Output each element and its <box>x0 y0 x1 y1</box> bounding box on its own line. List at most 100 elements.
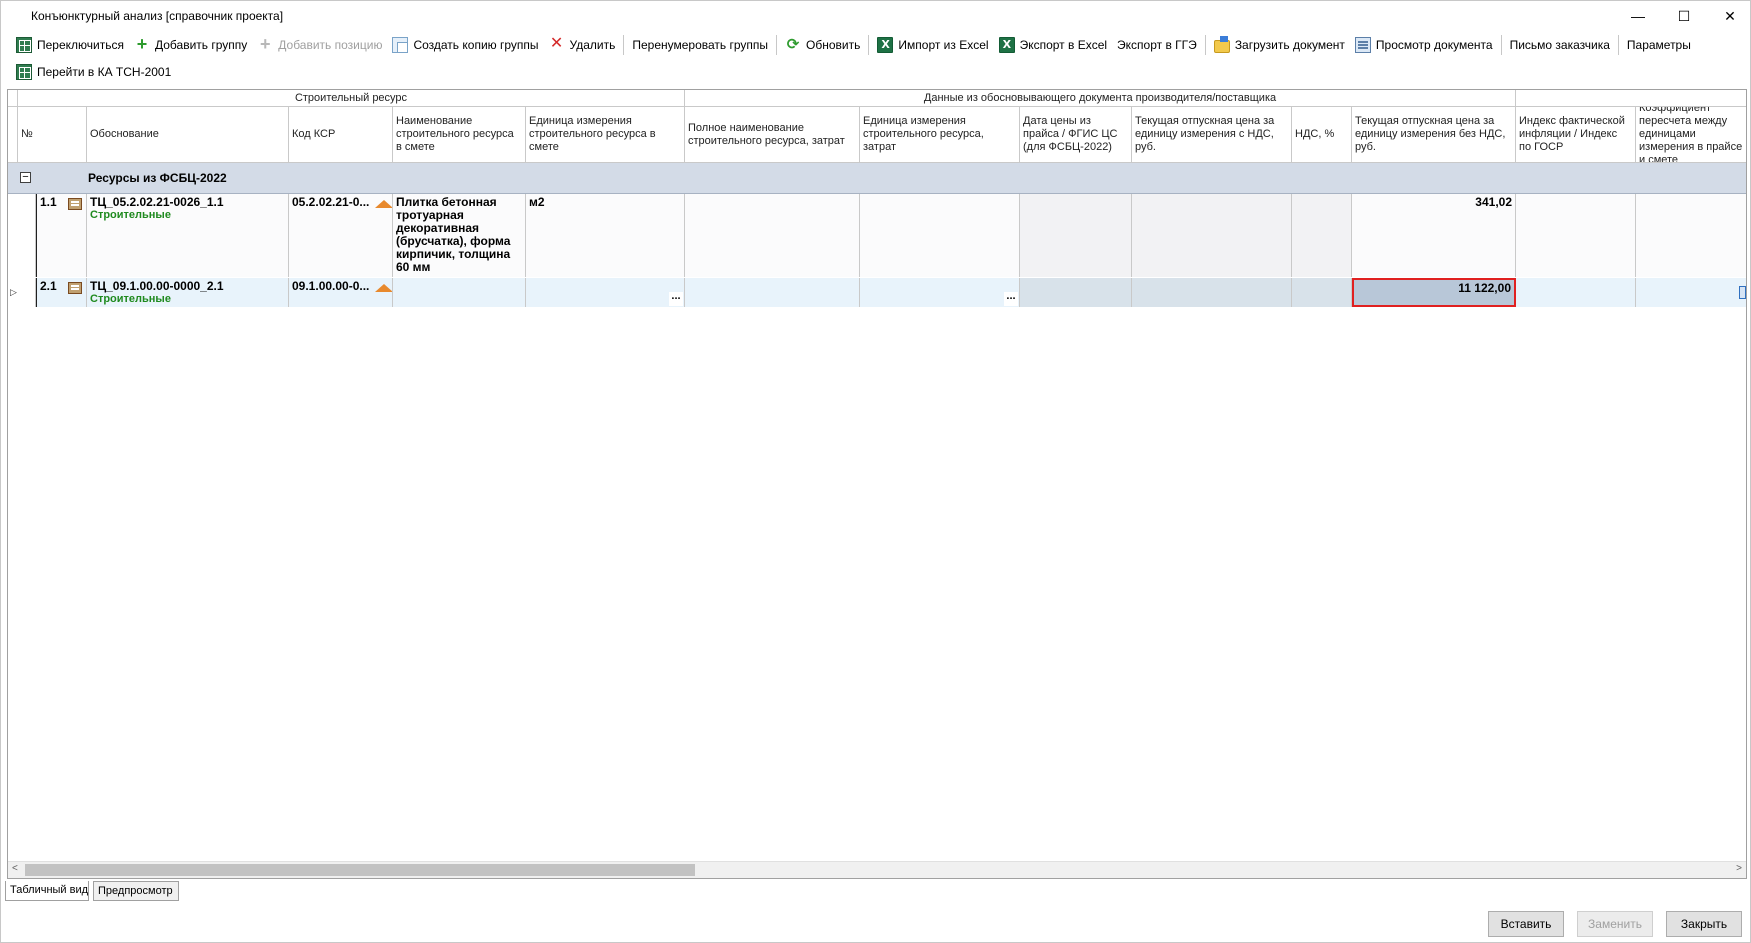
basis-cell[interactable]: ТЦ_05.2.02.21-0026_1.1 Строительные <box>87 194 289 277</box>
close-button[interactable]: Закрыть <box>1666 911 1742 937</box>
secondary-toolbar: Перейти в КА ТСН-2001 <box>1 59 1750 85</box>
view-document-label: Просмотр документа <box>1375 38 1493 52</box>
column-header-unit[interactable]: Единица измерения строительного ресурса … <box>526 107 685 163</box>
header-group-extra <box>1516 90 1746 107</box>
column-header-index[interactable]: Индекс фактической инфляции / Индекс по … <box>1516 107 1636 163</box>
fullname-cell[interactable] <box>685 194 860 277</box>
column-header-price-vat[interactable]: Текущая отпускная цена за единицу измере… <box>1132 107 1292 163</box>
name-cell[interactable] <box>393 278 526 307</box>
view-document-button[interactable]: Просмотр документа <box>1350 34 1498 56</box>
export-excel-button[interactable]: Экспорт в Excel <box>994 34 1112 56</box>
ksr-text: 05.2.02.21-0... <box>292 195 370 209</box>
load-document-button[interactable]: Загрузить документ <box>1209 34 1350 56</box>
index-cell[interactable] <box>1516 278 1636 307</box>
unit-cell[interactable]: ... <box>526 278 685 307</box>
tab-preview[interactable]: Предпросмотр <box>93 881 179 901</box>
scroll-left-icon[interactable]: < <box>12 863 18 874</box>
export-gge-button[interactable]: Экспорт в ГГЭ <box>1112 34 1202 56</box>
scrollbar-thumb[interactable] <box>25 864 695 876</box>
date-cell[interactable] <box>1020 194 1132 277</box>
horizontal-scrollbar[interactable]: < > <box>8 861 1746 878</box>
column-header-num[interactable]: № <box>18 107 87 163</box>
renumber-groups-button[interactable]: Перенумеровать группы <box>627 34 773 56</box>
toolbar-separator <box>776 35 778 55</box>
column-header-vat[interactable]: НДС, % <box>1292 107 1352 163</box>
column-header-basis[interactable]: Обоснование <box>87 107 289 163</box>
collapse-toggle[interactable]: − <box>20 172 31 183</box>
basis-cell[interactable]: ТЦ_09.1.00.00-0000_2.1 Строительные <box>87 278 289 307</box>
row-num-cell[interactable]: 1.1 <box>36 194 87 277</box>
price-novat-cell[interactable]: 341,02 <box>1352 194 1516 277</box>
refresh-button[interactable]: ⟳ Обновить <box>780 34 865 56</box>
load-document-label: Загрузить документ <box>1234 38 1345 52</box>
row-num-cell[interactable]: 2.1 <box>36 278 87 307</box>
insert-button[interactable]: Вставить <box>1488 911 1564 937</box>
ksr-text: 09.1.00.00-0... <box>292 279 370 293</box>
copy-group-button[interactable]: Создать копию группы <box>387 34 543 56</box>
import-excel-button[interactable]: Импорт из Excel <box>872 34 993 56</box>
unit2-cell[interactable] <box>860 194 1020 277</box>
row-indicator <box>8 194 36 277</box>
basis-text: ТЦ_05.2.02.21-0026_1.1 <box>90 195 224 209</box>
column-header-fullname[interactable]: Полное наименование строительного ресурс… <box>685 107 860 163</box>
price-vat-cell[interactable] <box>1132 194 1292 277</box>
add-group-button[interactable]: + Добавить группу <box>129 34 252 56</box>
switch-button[interactable]: Переключиться <box>11 34 129 56</box>
data-grid: Строительный ресурс Данные из обосновыва… <box>7 89 1747 879</box>
price-vat-cell[interactable] <box>1132 278 1292 307</box>
fullname-cell[interactable] <box>685 278 860 307</box>
scroll-right-icon[interactable]: > <box>1736 863 1742 874</box>
column-header-unit2[interactable]: Единица измерения строительного ресурса,… <box>860 107 1020 163</box>
header-indicator <box>8 107 18 163</box>
column-header-ksr[interactable]: Код КСР <box>289 107 393 163</box>
minimize-button[interactable]: — <box>1615 1 1661 31</box>
column-header-coef[interactable]: Коэффициент пересчета между единицами из… <box>1636 107 1746 163</box>
close-window-button[interactable]: ✕ <box>1707 1 1751 31</box>
row-num: 2.1 <box>40 279 57 293</box>
title-bar: Конъюнктурный анализ [справочник проекта… <box>1 1 1750 31</box>
group-row[interactable]: − Ресурсы из ФСБЦ-2022 <box>8 163 1746 194</box>
cell-editor-icon[interactable] <box>1739 286 1746 299</box>
header-group-supplier: Данные из обосновывающего документа прои… <box>685 90 1516 107</box>
delete-button[interactable]: ✕ Удалить <box>544 34 621 56</box>
customer-letter-label: Письмо заказчика <box>1509 38 1610 52</box>
index-cell[interactable] <box>1516 194 1636 277</box>
group-label: Ресурсы из ФСБЦ-2022 <box>88 171 227 185</box>
folder-icon <box>1213 35 1230 53</box>
vat-cell[interactable] <box>1292 194 1352 277</box>
name-cell[interactable]: Плитка бетонная тротуарная декоративная … <box>393 194 526 277</box>
add-position-button[interactable]: + Добавить позицию <box>252 34 387 56</box>
coef-cell[interactable] <box>1636 194 1746 277</box>
resource-icon <box>68 198 82 210</box>
column-header-date[interactable]: Дата цены из прайса / ФГИС ЦС (для ФСБЦ-… <box>1020 107 1132 163</box>
column-header-name[interactable]: Наименование строительного ресурса в сме… <box>393 107 526 163</box>
maximize-button[interactable]: ☐ <box>1661 1 1707 31</box>
main-toolbar: Переключиться + Добавить группу + Добавить… <box>1 32 1750 58</box>
table-row[interactable]: 1.1 ТЦ_05.2.02.21-0026_1.1 Строительные … <box>8 194 1746 277</box>
excel-icon <box>877 37 894 53</box>
parameters-button[interactable]: Параметры <box>1622 34 1696 56</box>
table-row-selected[interactable]: ▷ 2.1 ТЦ_09.1.00.00-0000_2.1 Строительны… <box>8 278 1746 307</box>
price-novat-cell-focused[interactable]: 11 122,00 <box>1352 278 1516 307</box>
unit-cell[interactable]: м2 <box>526 194 685 277</box>
category-text: Строительные <box>90 209 171 221</box>
unit2-ellipsis-button[interactable]: ... <box>1004 291 1018 306</box>
plus-icon: + <box>136 34 148 54</box>
delete-label: Удалить <box>569 38 616 52</box>
column-header-price-novat[interactable]: Текущая отпускная цена за единицу измере… <box>1352 107 1516 163</box>
replace-button[interactable]: Заменить <box>1577 911 1653 937</box>
tab-table-view[interactable]: Табличный вид <box>5 881 89 901</box>
goto-ka-label: Перейти в КА ТСН-2001 <box>37 65 172 79</box>
header-corner <box>8 90 18 107</box>
date-cell[interactable] <box>1020 278 1132 307</box>
goto-ka-button[interactable]: Перейти в КА ТСН-2001 <box>11 61 176 83</box>
ksr-cell[interactable]: 05.2.02.21-0... <box>289 194 393 277</box>
toolbar-separator <box>1617 35 1619 55</box>
coef-cell[interactable] <box>1636 278 1746 307</box>
customer-letter-button[interactable]: Письмо заказчика <box>1505 34 1615 56</box>
unit2-cell[interactable]: ... <box>860 278 1020 307</box>
main-window: Конъюнктурный анализ [справочник проекта… <box>0 0 1751 943</box>
vat-cell[interactable] <box>1292 278 1352 307</box>
unit-ellipsis-button[interactable]: ... <box>669 291 683 306</box>
ksr-cell[interactable]: 09.1.00.00-0... <box>289 278 393 307</box>
